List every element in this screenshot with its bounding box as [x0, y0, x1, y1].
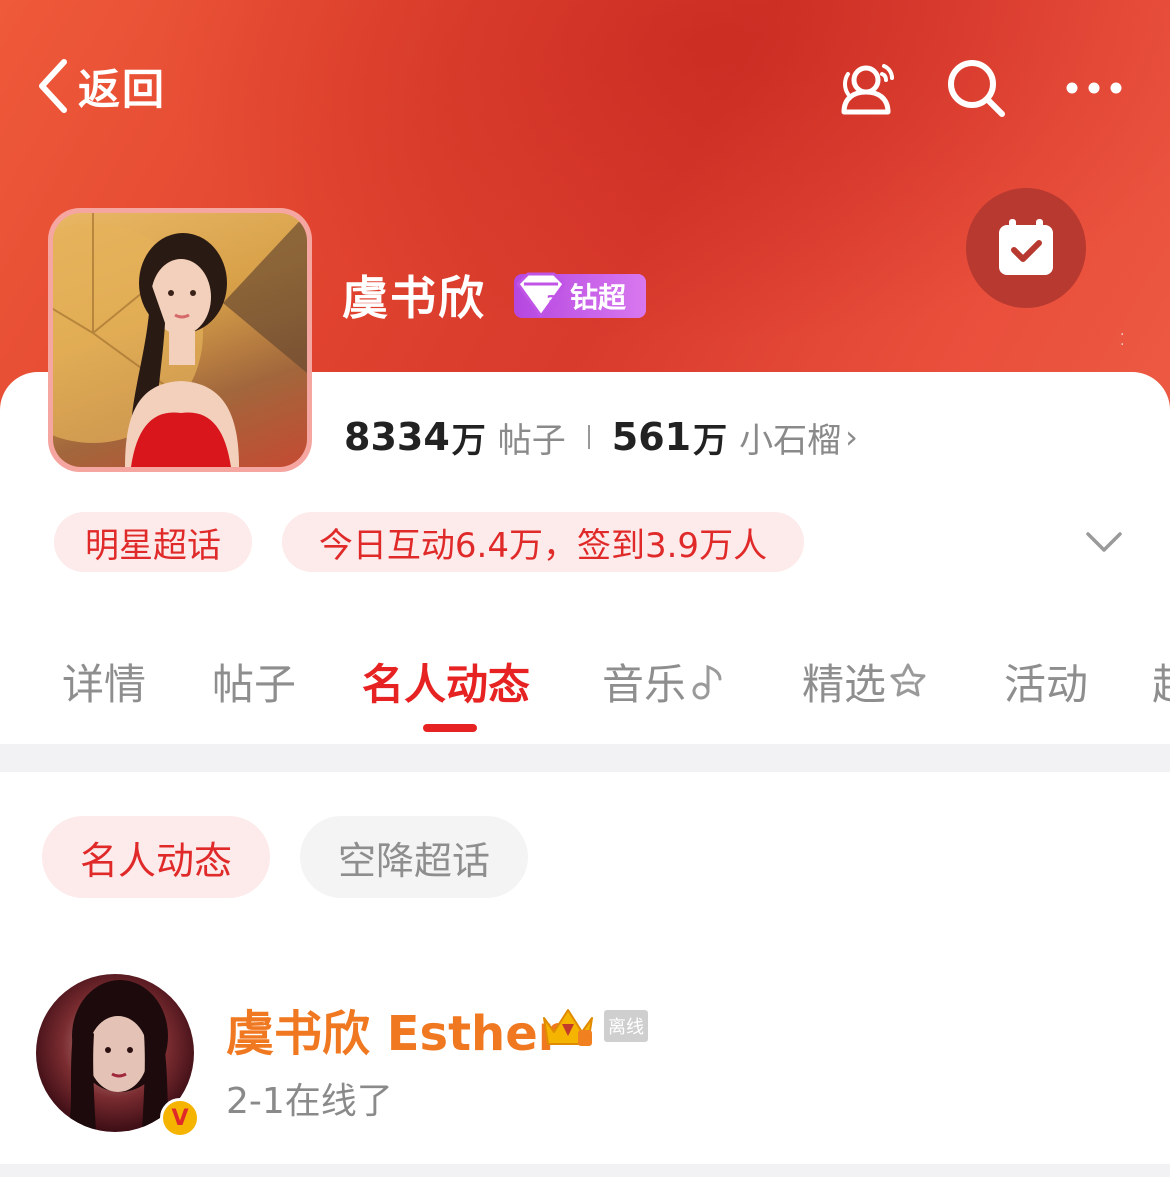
topic-stats[interactable]: 8334 万 帖子 561 万 小石榴 ›	[344, 412, 858, 462]
tab-details[interactable]: 详情	[62, 646, 146, 716]
subtab-celebrity-updates[interactable]: 名人动态	[42, 816, 270, 898]
calendar-check-icon	[999, 219, 1053, 275]
subtab-airdrop-topics[interactable]: 空降超话	[300, 816, 528, 898]
decorative-dots: · ·	[1120, 327, 1125, 353]
tab-celebrity-updates[interactable]: 名人动态	[362, 646, 530, 716]
chevron-down-icon[interactable]	[1082, 520, 1126, 564]
tab-label: 精选	[802, 659, 887, 709]
checkin-button[interactable]	[966, 188, 1086, 308]
tab-label: 音乐	[602, 659, 687, 709]
topic-title: 虞书欣	[342, 271, 486, 325]
verified-badge: V	[160, 1098, 200, 1138]
fans-count: 561	[611, 415, 692, 459]
tab-label: 活动	[1004, 659, 1089, 709]
bottom-divider	[0, 1164, 1170, 1177]
back-label: 返回	[78, 64, 167, 114]
chevron-right-icon: ›	[845, 418, 858, 456]
star-icon	[890, 663, 926, 697]
more-icon[interactable]	[1060, 54, 1128, 122]
tab-music[interactable]: 音乐	[602, 646, 728, 716]
people-voice-icon[interactable]	[834, 54, 902, 122]
stats-divider	[587, 425, 590, 449]
fans-unit: 万	[693, 420, 728, 461]
tab-label: 名人动态	[362, 659, 531, 709]
category-tag[interactable]: 明星超话	[54, 512, 252, 572]
badge-label: 钻超	[570, 281, 627, 314]
back-chevron-icon	[39, 59, 67, 113]
feed-status-text: 2-1在线了	[226, 1081, 393, 1122]
tab-posts[interactable]: 帖子	[212, 646, 296, 716]
crown-icon	[543, 1009, 593, 1046]
topic-avatar-image	[53, 213, 307, 467]
section-divider	[0, 744, 1170, 772]
offline-tag: 离线	[604, 1010, 648, 1042]
topic-level-badge[interactable]: 3 钻超	[514, 272, 646, 318]
search-icon[interactable]	[942, 54, 1010, 122]
tab-activities[interactable]: 活动	[1004, 646, 1088, 716]
fans-label: 小石榴	[739, 420, 842, 461]
today-activity-tag[interactable]: 今日互动6.4万，签到3.9万人	[282, 512, 804, 572]
badge-level-text: 3	[546, 292, 559, 313]
tab-featured[interactable]: 精选	[802, 646, 928, 716]
music-note-icon	[692, 664, 722, 700]
posts-count: 8334	[344, 415, 450, 459]
topic-tabs: 详情 帖子 名人动态 音乐 精选 活动 超	[0, 646, 1170, 716]
topic-avatar[interactable]	[48, 208, 312, 472]
diamond-level-icon: 3	[516, 272, 566, 318]
posts-label: 帖子	[497, 420, 566, 461]
posts-unit: 万	[451, 420, 486, 461]
tab-label: 帖子	[212, 659, 297, 709]
back-button[interactable]: 返回	[34, 54, 166, 118]
tab-label: 详情	[62, 659, 147, 709]
top-navigation-bar: 返回	[0, 40, 1170, 136]
tab-label: 超	[1152, 651, 1170, 712]
feed-user-name[interactable]: 虞书欣 Esther	[226, 994, 561, 1064]
tab-overflow[interactable]: 超	[1152, 646, 1170, 716]
active-tab-indicator	[423, 724, 477, 732]
